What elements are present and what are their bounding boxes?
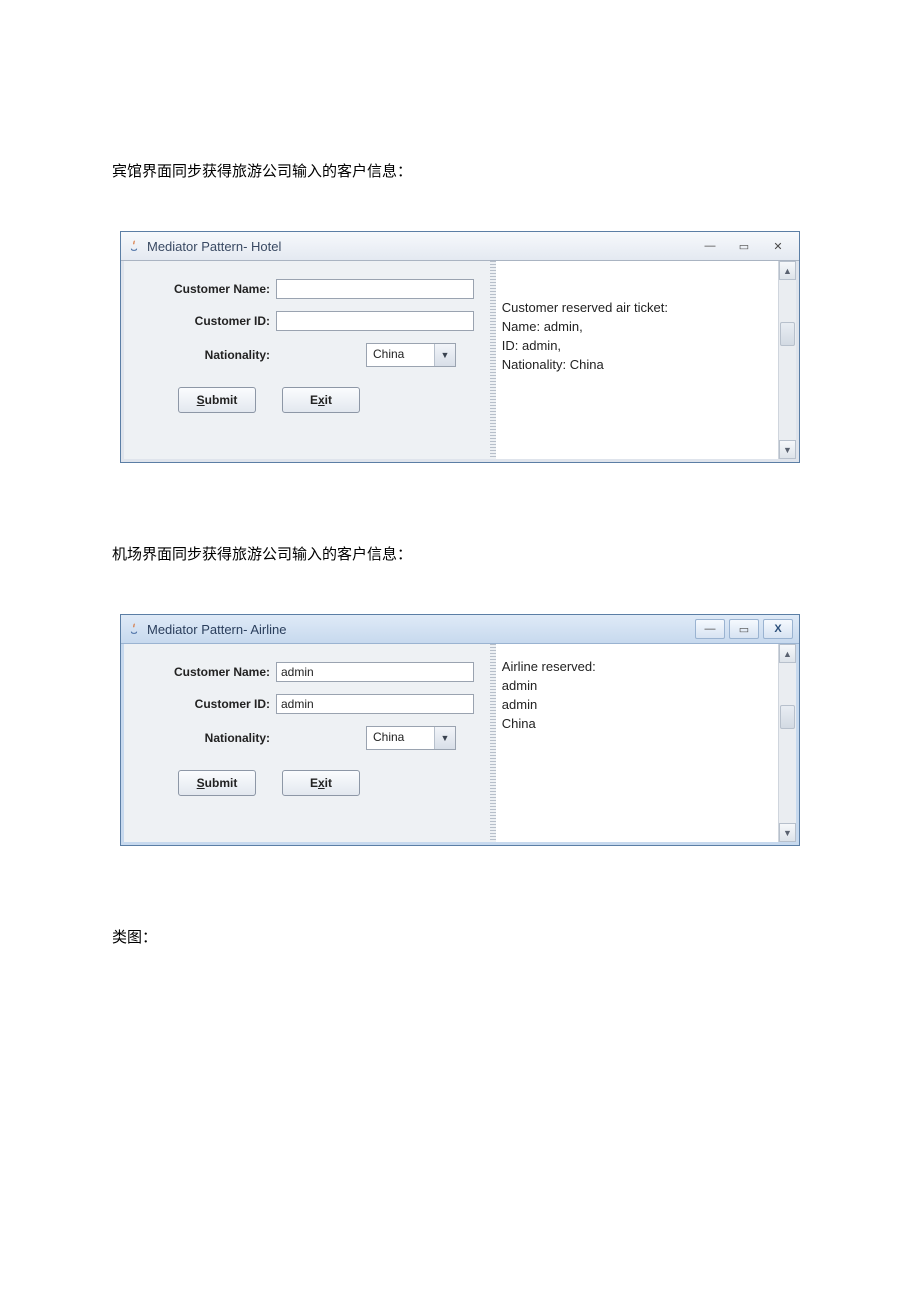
titlebar-airline[interactable]: Mediator Pattern- Airline — ▭ X bbox=[121, 615, 799, 644]
vertical-scrollbar[interactable]: ▲ ▼ bbox=[778, 261, 796, 459]
nationality-selected: China bbox=[367, 344, 434, 366]
scroll-up-icon[interactable]: ▲ bbox=[779, 261, 796, 280]
minimize-button[interactable]: — bbox=[695, 619, 725, 639]
customer-id-input[interactable] bbox=[276, 694, 474, 714]
submit-label: ubmit bbox=[205, 393, 238, 407]
output-pane-hotel: Customer reserved air ticket: Name: admi… bbox=[496, 261, 796, 459]
exit-button[interactable]: Exit bbox=[282, 387, 360, 413]
submit-button[interactable]: Submit bbox=[178, 387, 256, 413]
output-text: Airline reserved: admin admin China bbox=[496, 644, 796, 741]
window-airline: Mediator Pattern- Airline — ▭ X Customer… bbox=[120, 614, 800, 846]
customer-name-input[interactable] bbox=[276, 662, 474, 682]
caption-hotel: 宾馆界面同步获得旅游公司输入的客户信息： bbox=[112, 160, 830, 181]
caption-airline: 机场界面同步获得旅游公司输入的客户信息： bbox=[112, 543, 830, 564]
chevron-down-icon: ▼ bbox=[434, 344, 455, 366]
label-nationality: Nationality: bbox=[142, 731, 276, 745]
scroll-down-icon[interactable]: ▼ bbox=[779, 440, 796, 459]
scroll-track[interactable] bbox=[779, 280, 796, 440]
scroll-track[interactable] bbox=[779, 663, 796, 823]
scroll-thumb[interactable] bbox=[780, 705, 795, 729]
window-title: Mediator Pattern- Hotel bbox=[147, 239, 695, 254]
chevron-down-icon: ▼ bbox=[434, 727, 455, 749]
minimize-button[interactable]: — bbox=[695, 236, 725, 256]
label-customer-id: Customer ID: bbox=[142, 697, 276, 711]
output-pane-airline: Airline reserved: admin admin China ▲ ▼ bbox=[496, 644, 796, 842]
label-customer-name: Customer Name: bbox=[142, 282, 276, 296]
form-pane-hotel: Customer Name: Customer ID: Nationality:… bbox=[124, 261, 490, 459]
label-customer-id: Customer ID: bbox=[142, 314, 276, 328]
submit-label: ubmit bbox=[205, 776, 238, 790]
window-title: Mediator Pattern- Airline bbox=[147, 622, 695, 637]
output-text: Customer reserved air ticket: Name: admi… bbox=[496, 261, 796, 382]
maximize-button[interactable]: ▭ bbox=[729, 619, 759, 639]
label-nationality: Nationality: bbox=[142, 348, 276, 362]
titlebar-hotel[interactable]: Mediator Pattern- Hotel — ▭ ✕ bbox=[121, 232, 799, 261]
customer-name-input[interactable] bbox=[276, 279, 474, 299]
customer-id-input[interactable] bbox=[276, 311, 474, 331]
scroll-thumb[interactable] bbox=[780, 322, 795, 346]
nationality-selected: China bbox=[367, 727, 434, 749]
window-hotel: Mediator Pattern- Hotel — ▭ ✕ Customer N… bbox=[120, 231, 800, 463]
label-customer-name: Customer Name: bbox=[142, 665, 276, 679]
close-button[interactable]: ✕ bbox=[763, 236, 793, 256]
close-button[interactable]: X bbox=[763, 619, 793, 639]
scroll-down-icon[interactable]: ▼ bbox=[779, 823, 796, 842]
nationality-combobox[interactable]: China ▼ bbox=[366, 343, 456, 367]
nationality-combobox[interactable]: China ▼ bbox=[366, 726, 456, 750]
caption-class-diagram: 类图： bbox=[112, 926, 830, 947]
java-icon bbox=[127, 239, 141, 253]
submit-button[interactable]: Submit bbox=[178, 770, 256, 796]
exit-button[interactable]: Exit bbox=[282, 770, 360, 796]
maximize-button[interactable]: ▭ bbox=[729, 236, 759, 256]
form-pane-airline: Customer Name: Customer ID: Nationality:… bbox=[124, 644, 490, 842]
vertical-scrollbar[interactable]: ▲ ▼ bbox=[778, 644, 796, 842]
java-icon bbox=[127, 622, 141, 636]
scroll-up-icon[interactable]: ▲ bbox=[779, 644, 796, 663]
